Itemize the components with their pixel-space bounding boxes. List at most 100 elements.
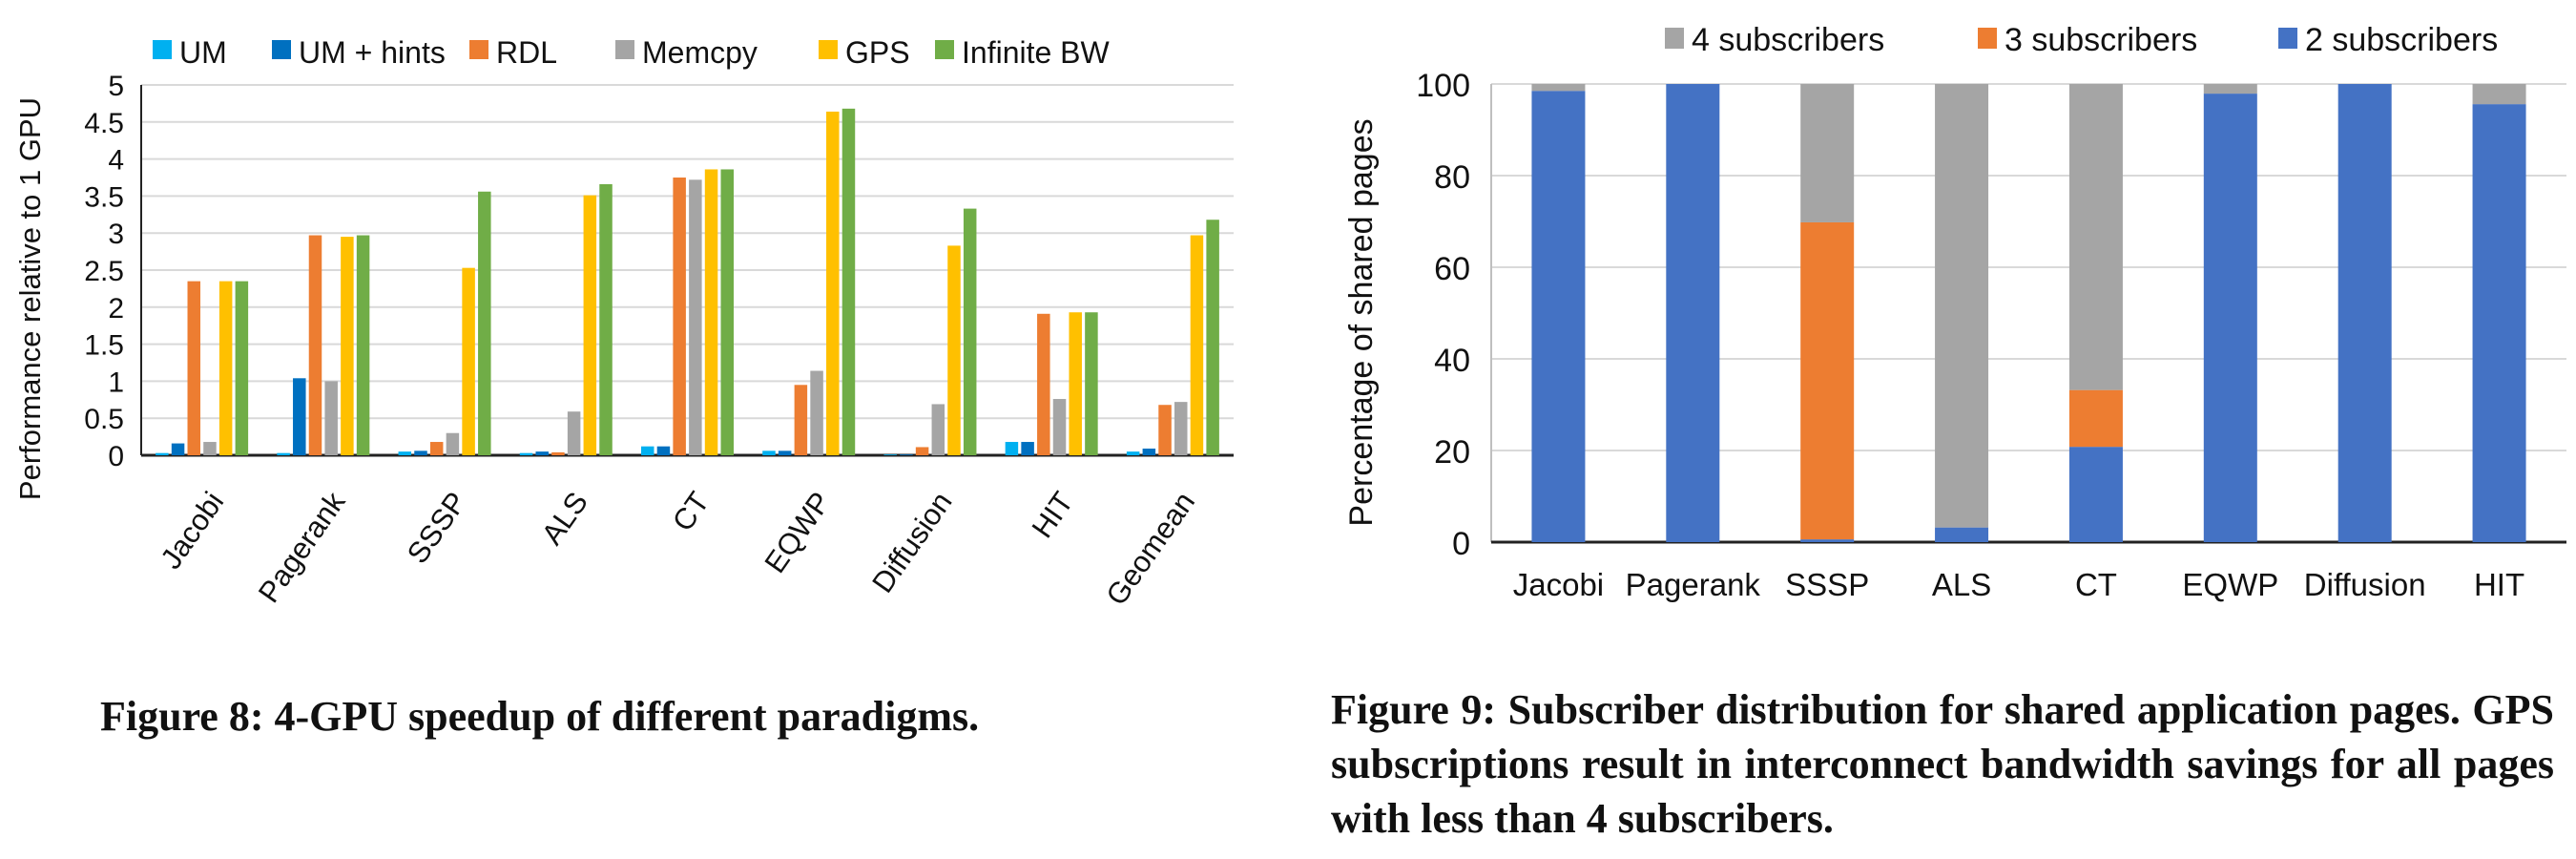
bar-rdl-ct xyxy=(673,178,686,455)
figure-8-caption: Figure 8: 4-GPU speedup of different par… xyxy=(100,693,980,740)
x-tick-label: HIT xyxy=(2474,567,2524,602)
x-tick-label: Diffusion xyxy=(865,486,959,598)
bar-um-eqwp xyxy=(762,450,776,455)
x-tick-label: EQWP xyxy=(2182,567,2278,602)
bar-gps-ct xyxy=(704,169,718,456)
bar-rdl-sssp xyxy=(429,442,444,455)
bar-um-hit xyxy=(1005,442,1019,455)
bar-infinite-bw-geomean xyxy=(1206,220,1219,455)
bar-rdl-geomean xyxy=(1158,405,1172,455)
bar-um-hints-eqwp xyxy=(778,450,792,455)
bar-memcpy-pagerank xyxy=(324,381,338,455)
bar-infinite-bw-jacobi xyxy=(235,281,249,455)
bar-rdl-jacobi xyxy=(187,281,201,455)
y-tick-label: 0 xyxy=(108,441,124,472)
legend-swatch xyxy=(935,40,954,59)
y-axis-title: Performance relative to 1 GPU xyxy=(13,97,47,500)
bar-segment-4-subscribers-hit xyxy=(2472,84,2526,105)
y-tick-label: 3 xyxy=(108,219,124,250)
x-tick-label: Diffusion xyxy=(2304,567,2426,602)
bar-um-geomean xyxy=(1126,451,1140,455)
x-tick-label: Pagerank xyxy=(252,486,352,609)
bar-segment-2-subscribers-sssp xyxy=(1800,539,1855,542)
bar-gps-als xyxy=(583,195,597,455)
bar-segment-2-subscribers-jacobi xyxy=(1531,91,1586,542)
bar-infinite-bw-als xyxy=(599,183,613,455)
bar-um-diffusion xyxy=(883,454,897,455)
y-tick-label: 60 xyxy=(1434,251,1470,287)
bar-gps-eqwp xyxy=(826,111,840,455)
y-tick-label: 100 xyxy=(1416,68,1470,104)
legend-label: 3 subscribers xyxy=(2005,22,2197,58)
y-tick-label: 40 xyxy=(1434,343,1470,379)
bar-um-hints-geomean xyxy=(1142,449,1156,455)
bar-gps-jacobi xyxy=(218,281,233,455)
bar-memcpy-ct xyxy=(689,179,702,455)
bar-rdl-eqwp xyxy=(794,385,808,455)
bar-infinite-bw-ct xyxy=(720,169,734,456)
legend-swatch xyxy=(469,40,488,59)
bar-memcpy-diffusion xyxy=(931,404,945,455)
y-tick-label: 2.5 xyxy=(84,256,124,287)
bar-infinite-bw-hit xyxy=(1085,312,1098,455)
y-tick-label: 0.5 xyxy=(84,404,124,435)
x-tick-label: Jacobi xyxy=(154,486,230,575)
bar-gps-hit xyxy=(1069,312,1082,455)
bar-um-als xyxy=(519,452,533,455)
legend-label: GPS xyxy=(845,35,910,70)
x-tick-label: Jacobi xyxy=(1513,567,1604,602)
x-tick-label: CT xyxy=(666,486,716,537)
bar-rdl-als xyxy=(551,451,565,455)
bar-segment-2-subscribers-als xyxy=(1935,527,1989,542)
legend-swatch xyxy=(1978,28,1997,49)
bar-memcpy-jacobi xyxy=(203,442,217,455)
y-tick-label: 20 xyxy=(1434,434,1470,471)
y-tick-label: 0 xyxy=(1452,526,1470,562)
legend-label: Memcpy xyxy=(642,35,758,70)
legend-label: 4 subscribers xyxy=(1692,22,1884,58)
y-tick-label: 3.5 xyxy=(84,181,124,213)
bar-infinite-bw-sssp xyxy=(478,191,491,455)
bar-infinite-bw-diffusion xyxy=(963,208,977,456)
y-tick-label: 80 xyxy=(1434,159,1470,196)
x-tick-label: SSSP xyxy=(1785,567,1869,602)
y-axis-title: Percentage of shared pages xyxy=(1343,118,1380,526)
bar-um-hints-diffusion xyxy=(900,454,913,455)
bar-um-hints-pagerank xyxy=(293,378,306,455)
bar-um-jacobi xyxy=(156,452,169,455)
bar-segment-4-subscribers-als xyxy=(1935,84,1989,528)
legend-label: 2 subscribers xyxy=(2305,22,2498,58)
figure-8-chart: 0 0.5 1 1.5 2 2.5 3 3.5 4 4.5 5 Performance relativ… xyxy=(13,35,1234,612)
y-tick-label: 4.5 xyxy=(84,108,124,139)
legend-swatch xyxy=(819,40,838,59)
x-tick-label: ALS xyxy=(535,486,594,551)
bar-gps-pagerank xyxy=(341,237,354,455)
figure-9-chart: 0 20 40 60 80 100 Percentage of shared pages Ja… xyxy=(1343,22,2566,602)
bar-um-hints-jacobi xyxy=(171,443,185,455)
bar-segment-2-subscribers-diffusion xyxy=(2337,84,2392,542)
legend-swatch xyxy=(153,40,172,59)
bar-segment-2-subscribers-ct xyxy=(2068,447,2123,542)
bar-segment-4-subscribers-eqwp xyxy=(2203,84,2257,94)
bar-gps-diffusion xyxy=(947,245,961,455)
bar-segment-3-subscribers-sssp xyxy=(1800,221,1855,540)
bar-memcpy-hit xyxy=(1052,399,1067,455)
bar-rdl-hit xyxy=(1037,313,1050,455)
bar-segment-2-subscribers-pagerank xyxy=(1666,84,1720,542)
bar-infinite-bw-eqwp xyxy=(841,108,856,455)
bar-um-ct xyxy=(641,446,654,455)
bar-memcpy-als xyxy=(567,411,581,455)
legend-swatch xyxy=(2278,28,2297,49)
bar-infinite-bw-pagerank xyxy=(356,235,370,455)
bar-segment-4-subscribers-jacobi xyxy=(1531,84,1586,92)
bar-um-hints-ct xyxy=(656,446,671,455)
bar-rdl-pagerank xyxy=(308,235,322,455)
x-tick-label: EQWP xyxy=(758,486,837,579)
legend-label: RDL xyxy=(496,35,557,70)
legend-label: UM + hints xyxy=(299,35,446,70)
legend-label: Infinite BW xyxy=(962,35,1111,70)
figure-9-caption: Figure 9: Subscriber distribution for sh… xyxy=(1331,686,2554,842)
bar-segment-4-subscribers-sssp xyxy=(1800,84,1855,222)
x-tick-label: HIT xyxy=(1026,486,1080,544)
bar-segment-4-subscribers-ct xyxy=(2068,84,2123,390)
